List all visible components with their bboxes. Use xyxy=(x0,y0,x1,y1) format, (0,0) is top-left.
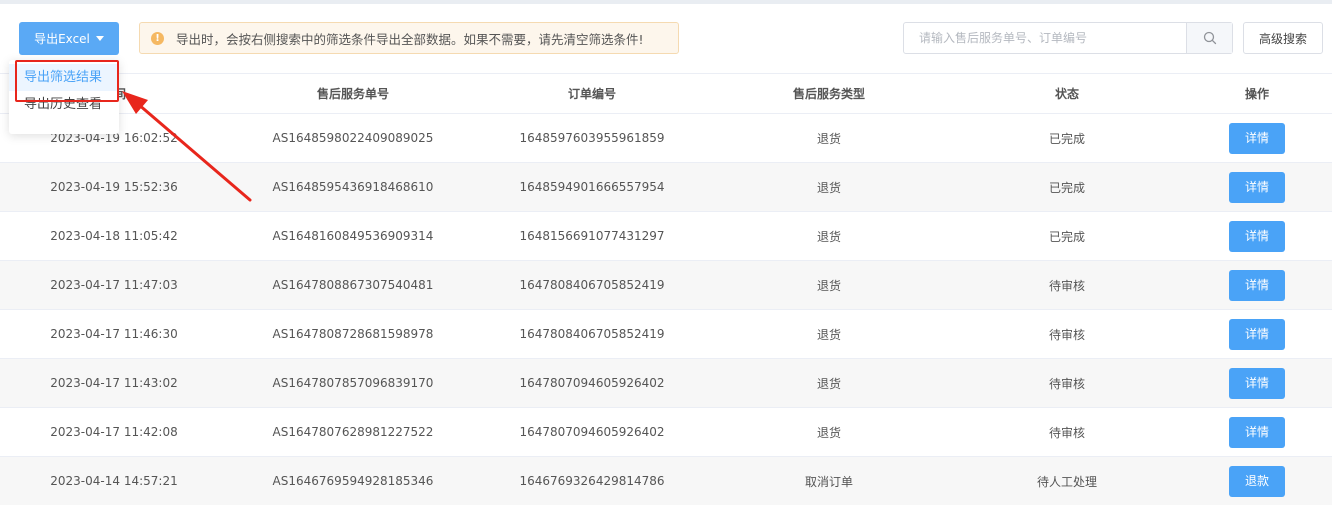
cell-service-type: 取消订单 xyxy=(804,474,853,489)
header-service-type: 售后服务类型 xyxy=(792,87,865,101)
cell-order-no: 1648156691077431297 xyxy=(519,229,665,243)
header-order-no: 订单编号 xyxy=(567,87,616,101)
export-excel-button[interactable]: 导出Excel xyxy=(19,22,119,55)
detail-button[interactable]: 详情 xyxy=(1229,367,1285,399)
notice-text: 导出时，会按右侧搜索中的筛选条件导出全部数据。如果不需要，请先清空筛选条件! xyxy=(176,31,644,47)
caret-down-icon xyxy=(95,36,104,41)
header-status: 状态 xyxy=(1054,87,1079,101)
table-row: 2023-04-17 11:43:02 AS164780785709683917… xyxy=(0,359,1332,408)
cell-time: 2023-04-17 11:46:30 xyxy=(50,327,178,341)
detail-button[interactable]: 详情 xyxy=(1229,220,1285,252)
after-sales-table: 时间 售后服务单号 订单编号 售后服务类型 状态 操作 2023-04-19 1… xyxy=(0,73,1332,505)
detail-button[interactable]: 详情 xyxy=(1229,122,1285,154)
cell-service-type: 退货 xyxy=(816,180,841,195)
cell-service-no: AS1647808867307540481 xyxy=(272,278,434,292)
table-row: 2023-04-14 14:57:21 AS164676959492818534… xyxy=(0,457,1332,505)
cell-order-no: 1647807094605926402 xyxy=(519,376,665,390)
cell-order-no: 1648594901666557954 xyxy=(519,180,665,194)
cell-time: 2023-04-17 11:47:03 xyxy=(50,278,178,292)
cell-service-type: 退货 xyxy=(816,376,841,391)
search-box xyxy=(903,22,1233,54)
export-notice: ! 导出时，会按右侧搜索中的筛选条件导出全部数据。如果不需要，请先清空筛选条件! xyxy=(139,22,679,54)
detail-button[interactable]: 详情 xyxy=(1229,416,1285,448)
cell-service-type: 退货 xyxy=(816,131,841,146)
cell-action: 详情 xyxy=(1182,269,1332,301)
cell-action: 详情 xyxy=(1182,122,1332,154)
cell-action: 退款 xyxy=(1182,465,1332,497)
warning-icon: ! xyxy=(151,31,164,45)
cell-action: 详情 xyxy=(1182,367,1332,399)
table-header: 时间 售后服务单号 订单编号 售后服务类型 状态 操作 xyxy=(0,73,1332,114)
table-row: 2023-04-19 16:02:52 AS164859802240908902… xyxy=(0,114,1332,163)
cell-service-no: AS1648598022409089025 xyxy=(272,131,434,145)
cell-time: 2023-04-18 11:05:42 xyxy=(50,229,178,243)
cell-status: 待审核 xyxy=(1048,327,1085,342)
cell-service-type: 退货 xyxy=(816,327,841,342)
cell-service-type: 退货 xyxy=(816,229,841,244)
cell-status: 待审核 xyxy=(1048,376,1085,391)
cell-service-no: AS1647807628981227522 xyxy=(272,425,434,439)
header-action: 操作 xyxy=(1244,87,1269,101)
table-row: 2023-04-18 11:05:42 AS164816084953690931… xyxy=(0,212,1332,261)
annotation-highlight-box xyxy=(15,60,119,102)
advanced-search-button[interactable]: 高级搜索 xyxy=(1243,22,1323,54)
cell-status: 已完成 xyxy=(1048,180,1085,195)
cell-service-type: 退货 xyxy=(816,425,841,440)
cell-order-no: 1648597603955961859 xyxy=(519,131,665,145)
cell-service-no: AS1648595436918468610 xyxy=(272,180,434,194)
top-strip xyxy=(0,0,1332,4)
cell-time: 2023-04-17 11:43:02 xyxy=(50,376,178,390)
cell-order-no: 1647808406705852419 xyxy=(519,278,665,292)
cell-order-no: 1647808406705852419 xyxy=(519,327,665,341)
search-input[interactable] xyxy=(904,23,1186,53)
cell-order-no: 1646769326429814786 xyxy=(519,474,665,488)
cell-action: 详情 xyxy=(1182,318,1332,350)
cell-status: 待审核 xyxy=(1048,425,1085,440)
detail-button[interactable]: 详情 xyxy=(1229,318,1285,350)
cell-action: 详情 xyxy=(1182,171,1332,203)
table-row: 2023-04-17 11:42:08 AS164780762898122752… xyxy=(0,408,1332,457)
cell-order-no: 1647807094605926402 xyxy=(519,425,665,439)
cell-time: 2023-04-17 11:42:08 xyxy=(50,425,178,439)
cell-status: 待人工处理 xyxy=(1036,474,1097,489)
detail-button[interactable]: 详情 xyxy=(1229,269,1285,301)
table-row: 2023-04-17 11:47:03 AS164780886730754048… xyxy=(0,261,1332,310)
header-service-no: 售后服务单号 xyxy=(316,87,389,101)
table-row: 2023-04-17 11:46:30 AS164780872868159897… xyxy=(0,310,1332,359)
cell-service-no: AS1647807857096839170 xyxy=(272,376,434,390)
cell-action: 详情 xyxy=(1182,416,1332,448)
cell-status: 已完成 xyxy=(1048,131,1085,146)
cell-service-type: 退货 xyxy=(816,278,841,293)
table-row: 2023-04-19 15:52:36 AS164859543691846861… xyxy=(0,163,1332,212)
cell-action: 详情 xyxy=(1182,220,1332,252)
cell-time: 2023-04-14 14:57:21 xyxy=(50,474,178,488)
export-excel-label: 导出Excel xyxy=(34,32,90,46)
cell-service-no: AS1648160849536909314 xyxy=(272,229,434,243)
cell-time: 2023-04-19 15:52:36 xyxy=(50,180,178,194)
search-icon xyxy=(1203,31,1216,45)
cell-service-no: AS1647808728681598978 xyxy=(272,327,434,341)
refund-button[interactable]: 退款 xyxy=(1229,465,1285,497)
cell-service-no: AS1646769594928185346 xyxy=(272,474,434,488)
search-button[interactable] xyxy=(1186,23,1232,53)
cell-status: 待审核 xyxy=(1048,278,1085,293)
cell-status: 已完成 xyxy=(1048,229,1085,244)
detail-button[interactable]: 详情 xyxy=(1229,171,1285,203)
